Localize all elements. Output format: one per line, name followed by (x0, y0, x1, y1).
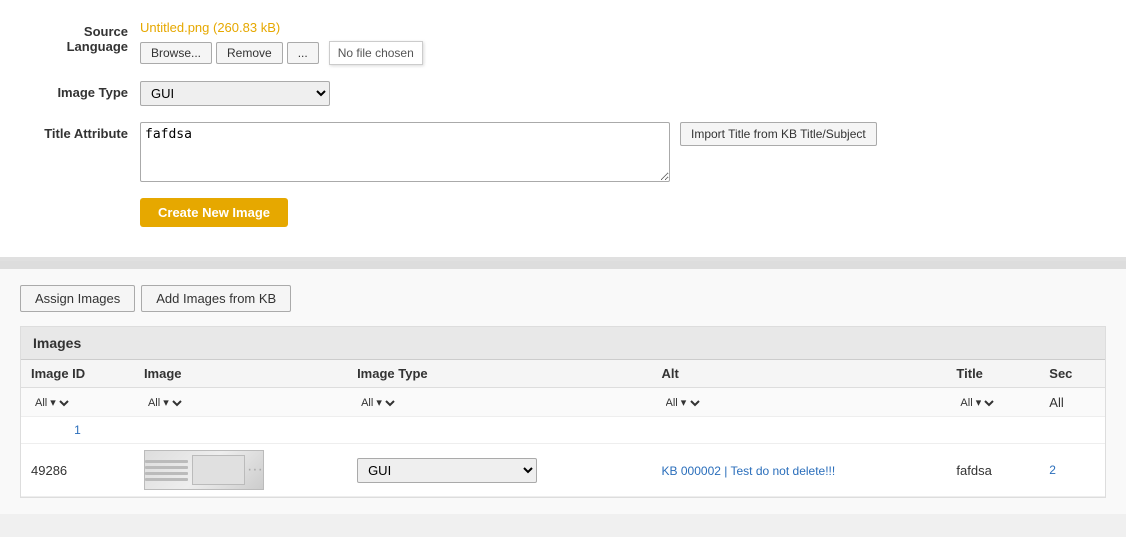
filter-alt: All ▾ (652, 388, 947, 417)
filter-image-type-select[interactable]: All ▾ (357, 396, 398, 410)
no-file-tooltip: No file chosen (329, 41, 423, 65)
row-number-1: 1 (31, 423, 124, 437)
action-buttons: Assign Images Add Images from KB (20, 285, 1106, 312)
table-header-row: Image ID Image Image Type Alt Title Sec (21, 360, 1105, 388)
ellipsis-button[interactable]: ... (287, 42, 319, 64)
col-header-title: Title (946, 360, 1039, 388)
images-table-container: Images Image ID Image Image Type Alt Tit… (20, 326, 1106, 498)
top-section: Source Language Untitled.png (260.83 kB)… (0, 0, 1126, 261)
browse-button[interactable]: Browse... (140, 42, 212, 64)
thumb-line (145, 478, 189, 481)
image-type-row-select[interactable]: GUI Screenshot Diagram (357, 458, 537, 483)
filter-image-select[interactable]: All ▾ (144, 396, 185, 410)
image-type-select[interactable]: GUI Screenshot Diagram Photo Icon (140, 81, 330, 106)
section-divider (0, 261, 1126, 269)
col-header-sec: Sec (1039, 360, 1105, 388)
thumb-line (145, 460, 189, 463)
cell-alt: KB 000002 | Test do not delete!!! (652, 444, 947, 497)
source-language-label: Source Language (20, 20, 140, 54)
remove-button[interactable]: Remove (216, 42, 283, 64)
filter-image: All ▾ (134, 388, 347, 417)
col-header-image-id: Image ID (21, 360, 134, 388)
bottom-section: Assign Images Add Images from KB Images … (0, 269, 1126, 514)
images-table-header: Images (21, 327, 1105, 360)
images-table: Image ID Image Image Type Alt Title Sec … (21, 360, 1105, 497)
assign-images-button[interactable]: Assign Images (20, 285, 135, 312)
image-thumbnail: ··· (144, 450, 264, 490)
col-header-image: Image (134, 360, 347, 388)
image-type-label: Image Type (20, 81, 140, 100)
empty-type-cell (347, 417, 651, 444)
source-language-content: Untitled.png (260.83 kB) Browse... Remov… (140, 20, 423, 65)
add-images-from-kb-button[interactable]: Add Images from KB (141, 285, 291, 312)
thumb-ellipsis: ··· (247, 461, 263, 479)
filter-image-id-select[interactable]: All ▾ (31, 396, 72, 410)
create-button-row: Create New Image (20, 198, 1106, 227)
filter-image-type: All ▾ (347, 388, 651, 417)
title-attribute-row: Title Attribute fafdsa Import Title from… (20, 122, 1106, 182)
source-language-row: Source Language Untitled.png (260.83 kB)… (20, 20, 1106, 65)
filter-title: All ▾ (946, 388, 1039, 417)
cell-title: fafdsa (946, 444, 1039, 497)
title-input[interactable]: fafdsa (140, 122, 670, 182)
cell-image-type: GUI Screenshot Diagram (347, 444, 651, 497)
filter-image-id: All ▾ (21, 388, 134, 417)
table-row: 1 (21, 417, 1105, 444)
col-header-image-type: Image Type (347, 360, 651, 388)
alt-link[interactable]: KB 000002 | Test do not delete!!! (662, 464, 836, 478)
empty-title-cell (946, 417, 1039, 444)
col-header-alt: Alt (652, 360, 947, 388)
filter-alt-select[interactable]: All ▾ (662, 396, 703, 410)
thumb-lines (145, 455, 189, 485)
filter-sec: All (1039, 388, 1105, 417)
thumb-preview (192, 455, 244, 485)
cell-image-thumbnail: ··· (134, 444, 347, 497)
title-attribute-label: Title Attribute (20, 122, 140, 141)
import-title-button[interactable]: Import Title from KB Title/Subject (680, 122, 877, 146)
row-num-1: 1 (21, 417, 134, 444)
source-file-name: Untitled.png (260.83 kB) (140, 20, 423, 35)
create-new-image-button[interactable]: Create New Image (140, 198, 288, 227)
table-row: 49286 ··· (21, 444, 1105, 497)
empty-alt-cell (652, 417, 947, 444)
empty-cell (134, 417, 347, 444)
file-buttons: Browse... Remove ... No file chosen (140, 41, 423, 65)
empty-sec-cell (1039, 417, 1105, 444)
cell-sec: 2 (1039, 444, 1105, 497)
filter-row: All ▾ All ▾ All ▾ (21, 388, 1105, 417)
filter-title-select[interactable]: All ▾ (956, 396, 997, 410)
thumb-line (145, 472, 189, 475)
sec-num-2: 2 (1049, 463, 1095, 477)
image-id-value: 49286 (31, 463, 67, 478)
filter-sec-label: All (1049, 395, 1063, 410)
thumb-line (145, 466, 189, 469)
image-type-row: Image Type GUI Screenshot Diagram Photo … (20, 81, 1106, 106)
cell-image-id: 49286 (21, 444, 134, 497)
